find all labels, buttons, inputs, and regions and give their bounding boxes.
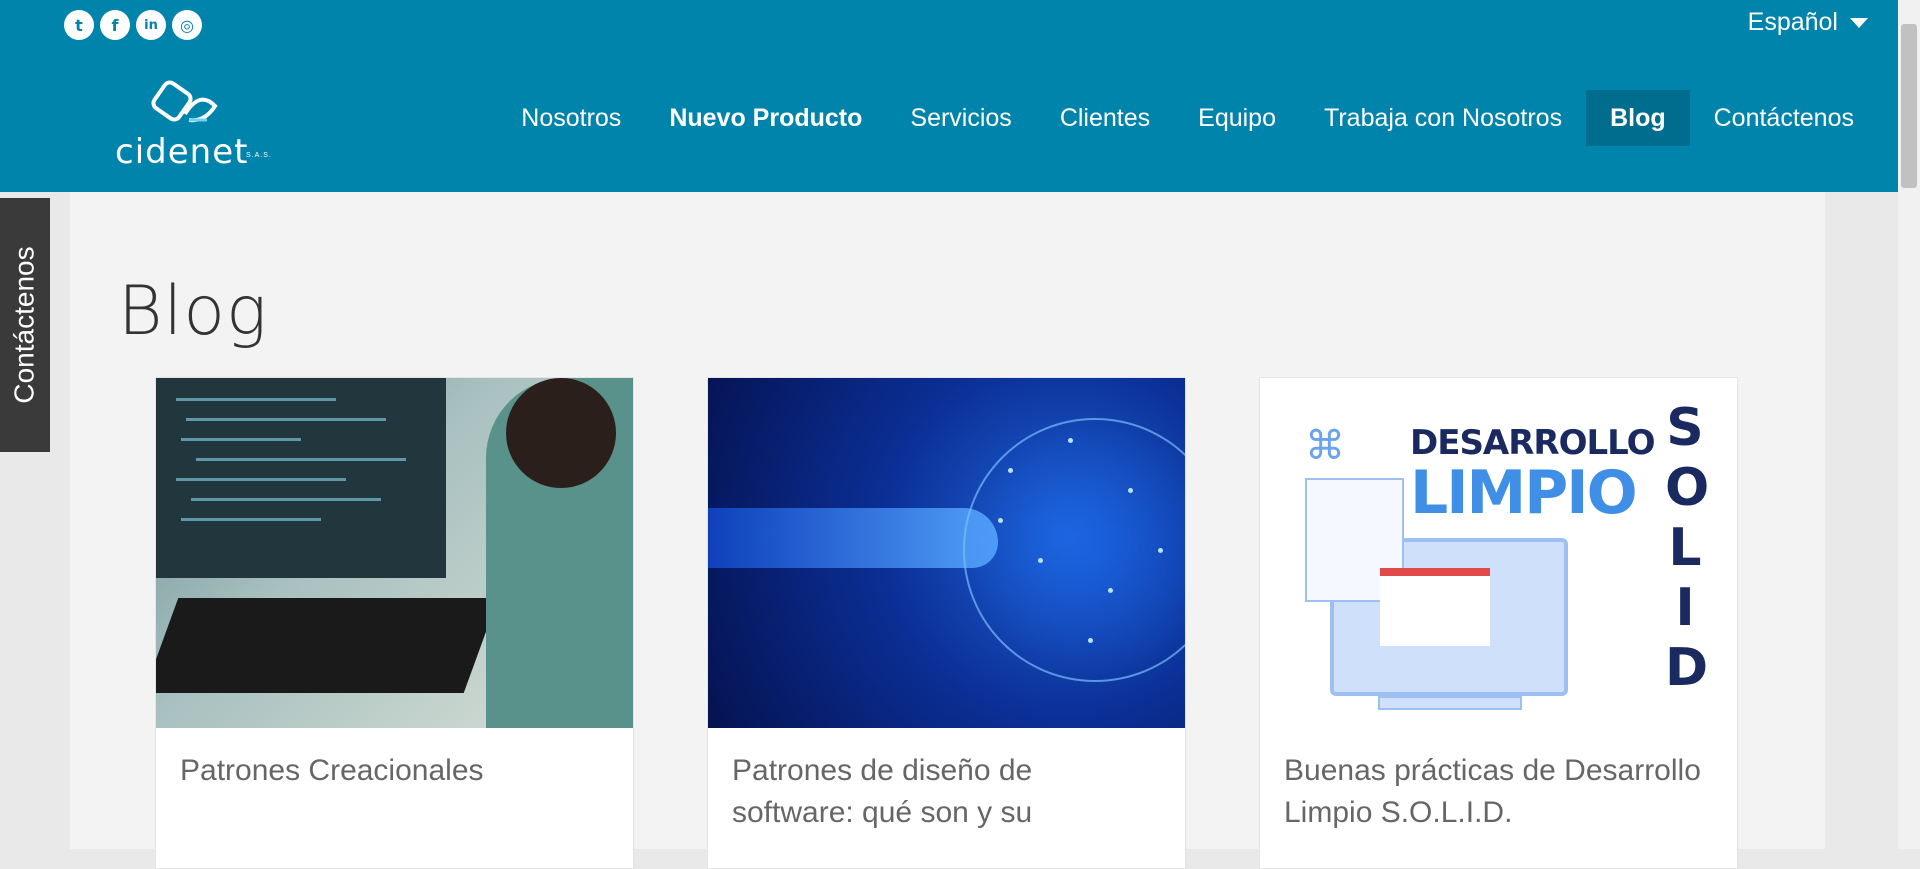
nav-nosotros[interactable]: Nosotros	[497, 90, 645, 146]
window-graphic	[1380, 568, 1490, 646]
logo-mark	[151, 80, 218, 123]
nav-nuevo-producto[interactable]: Nuevo Producto	[645, 90, 886, 146]
head-graphic	[506, 378, 616, 488]
site-header: t f in ◎ Español cidenet S.A.S. Nosotros…	[0, 0, 1898, 192]
logo[interactable]: cidenet S.A.S.	[110, 80, 280, 172]
post-image: ⌘ DESARROLLO LIMPIO SOLID	[1260, 378, 1737, 728]
nav-blog[interactable]: Blog	[1586, 90, 1690, 146]
scrollbar[interactable]	[1898, 0, 1920, 849]
main-content: Blog Patrones Creacionales Patrones de d…	[70, 192, 1825, 869]
post-title[interactable]: Buenas prácticas de Desarrollo Limpio S.…	[1260, 728, 1737, 834]
monitor-graphic	[156, 378, 446, 578]
nav-equipo[interactable]: Equipo	[1174, 90, 1300, 146]
post-image	[156, 378, 633, 728]
logo-suffix: S.A.S.	[246, 152, 272, 159]
language-selector[interactable]: Español	[1748, 8, 1868, 37]
logo-text: cidenet	[115, 132, 249, 172]
blog-card[interactable]: Patrones de diseño de software: qué son …	[707, 377, 1186, 869]
globe-graphic	[963, 418, 1185, 682]
nav-trabaja-con-nosotros[interactable]: Trabaja con Nosotros	[1300, 90, 1586, 146]
contact-side-tab[interactable]: Contáctenos	[0, 198, 50, 452]
blog-card[interactable]: ⌘ DESARROLLO LIMPIO SOLID Buenas práctic…	[1259, 377, 1738, 869]
contact-side-tab-label: Contáctenos	[9, 246, 40, 404]
instagram-icon[interactable]: ◎	[172, 10, 202, 40]
social-links: t f in ◎	[64, 10, 202, 40]
chevron-down-icon	[1850, 17, 1868, 28]
paperclip-icon: ⌘	[1305, 424, 1345, 468]
twitter-icon[interactable]: t	[64, 10, 94, 40]
scrollbar-thumb[interactable]	[1901, 24, 1917, 188]
nav-contactenos[interactable]: Contáctenos	[1690, 90, 1878, 146]
language-label: Español	[1747, 8, 1838, 36]
post-title[interactable]: Patrones de diseño de software: qué son …	[708, 728, 1185, 834]
monitor-stand	[1378, 696, 1522, 710]
post-image	[708, 378, 1185, 728]
keyboard-graphic	[156, 598, 499, 693]
main-nav: Nosotros Nuevo Producto Servicios Client…	[497, 90, 1878, 146]
post-title[interactable]: Patrones Creacionales	[156, 728, 633, 792]
hand-graphic	[708, 508, 998, 568]
page-title: Blog	[118, 272, 268, 351]
blog-card[interactable]: Patrones Creacionales	[155, 377, 634, 869]
linkedin-icon[interactable]: in	[136, 10, 166, 40]
image-text-line1: DESARROLLO	[1410, 423, 1656, 463]
nav-clientes[interactable]: Clientes	[1036, 90, 1174, 146]
image-text-solid: SOLID	[1665, 398, 1710, 698]
facebook-icon[interactable]: f	[100, 10, 130, 40]
image-text-line2: LIMPIO	[1410, 458, 1638, 528]
nav-servicios[interactable]: Servicios	[886, 90, 1035, 146]
